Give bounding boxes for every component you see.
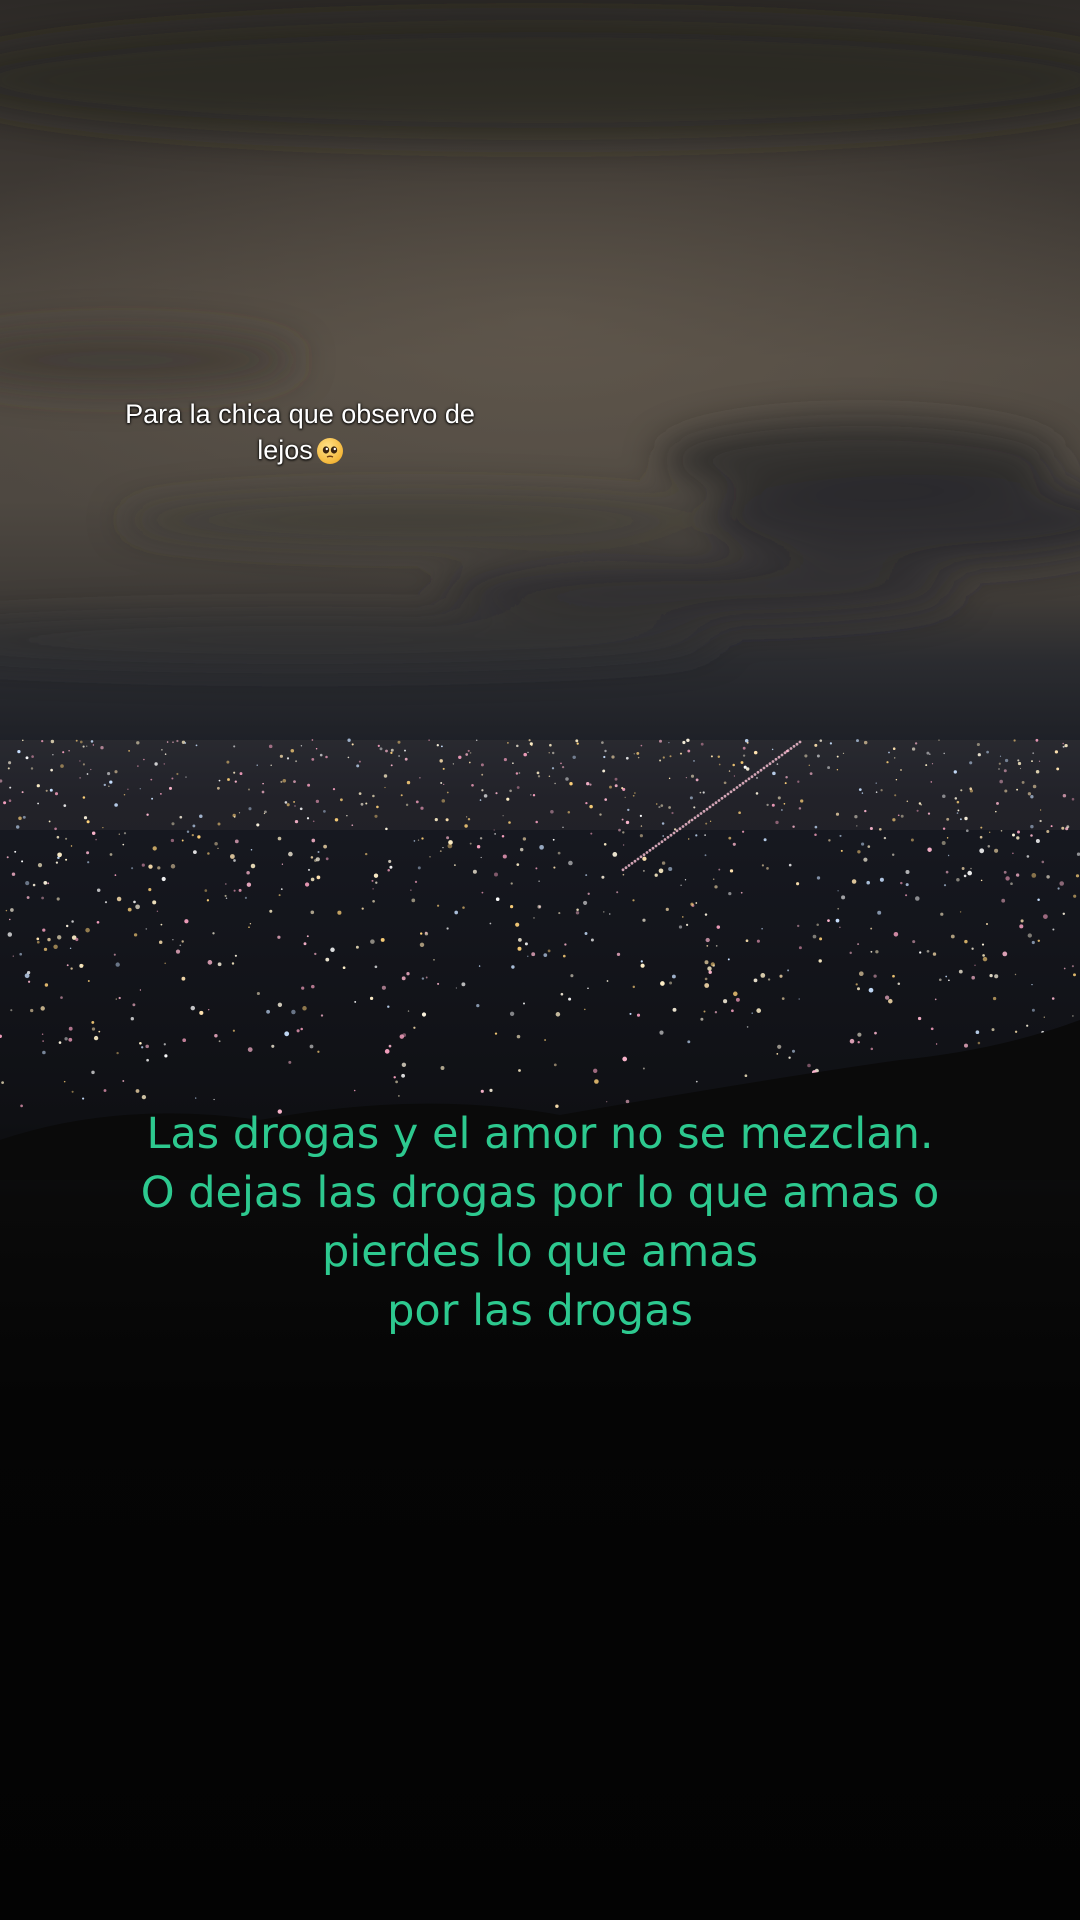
caption-text: Para la chica que observo de lejos	[125, 399, 475, 465]
quote-text: Las drogas y el amor no se mezclan. O de…	[140, 1105, 940, 1341]
quote-line-3: pierdes lo que amas	[321, 1227, 759, 1277]
overlay-caption: Para la chica que observo de lejos	[100, 396, 500, 468]
quote-line-4: por las drogas	[387, 1286, 693, 1336]
night-sky-clouds	[0, 20, 1080, 664]
quote-line-2: O dejas las drogas por lo que amas o	[140, 1168, 940, 1218]
quote-line-1: Las drogas y el amor no se mezclan.	[146, 1109, 934, 1159]
pleading-face-emoji-icon	[316, 438, 343, 464]
video-frame: Para la chica que observo de lejos Las d…	[0, 0, 1080, 1920]
